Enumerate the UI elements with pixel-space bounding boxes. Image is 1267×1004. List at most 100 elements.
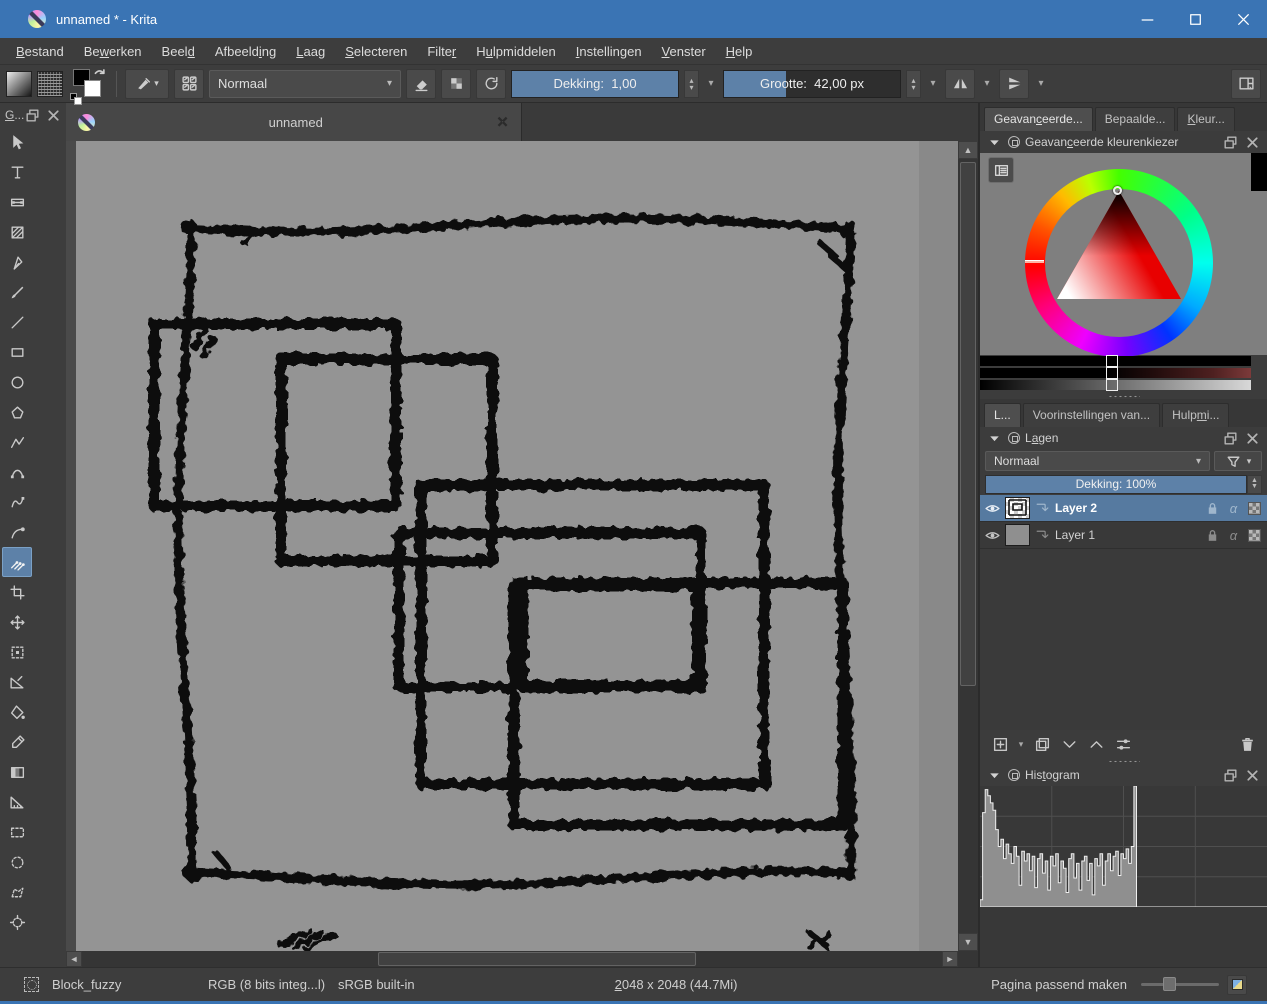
canvas-viewport[interactable] bbox=[66, 141, 958, 951]
fit-page-button[interactable] bbox=[1227, 975, 1247, 995]
float-docker-icon[interactable] bbox=[1222, 430, 1239, 447]
color-cursor[interactable] bbox=[1113, 186, 1122, 195]
scroll-left-button[interactable]: ◄ bbox=[66, 951, 82, 967]
menu-laag[interactable]: Laag bbox=[286, 44, 335, 59]
scroll-up-button[interactable]: ▲ bbox=[958, 141, 978, 159]
docker-lock-icon[interactable] bbox=[1008, 136, 1020, 148]
selector-settings-button[interactable] bbox=[988, 157, 1014, 183]
selection-status-icon[interactable] bbox=[24, 977, 39, 992]
tool-polyline[interactable] bbox=[2, 427, 32, 457]
layer-alpha-lock-icon[interactable]: α bbox=[1225, 501, 1242, 516]
tool-freehand-brush[interactable] bbox=[2, 277, 32, 307]
mirror-vertical-dropdown[interactable]: ▾ bbox=[1034, 70, 1048, 98]
tool-multibrush[interactable] bbox=[2, 547, 32, 577]
color-bar-value[interactable] bbox=[980, 380, 1251, 390]
tab-l[interactable]: L... bbox=[984, 403, 1021, 427]
eraser-mode-button[interactable] bbox=[406, 69, 436, 99]
scroll-right-button[interactable]: ► bbox=[942, 951, 958, 967]
document-close-icon[interactable]: ✛ bbox=[492, 111, 514, 133]
color-bar-hue[interactable] bbox=[980, 356, 1251, 366]
add-layer-dropdown[interactable]: ▾ bbox=[1015, 732, 1027, 756]
vertical-scroll-thumb[interactable] bbox=[960, 162, 976, 686]
collapse-icon[interactable] bbox=[986, 134, 1003, 151]
reset-colors-icon[interactable] bbox=[70, 93, 77, 100]
layer-name[interactable]: Layer 2 bbox=[1055, 501, 1200, 515]
vertical-scrollbar[interactable]: ▲ ▼ bbox=[958, 141, 978, 951]
layer-visibility-toggle[interactable] bbox=[984, 527, 1001, 544]
close-docker-icon[interactable] bbox=[1244, 767, 1261, 784]
menu-instellingen[interactable]: Instellingen bbox=[566, 44, 652, 59]
tool-move[interactable] bbox=[2, 607, 32, 637]
layer-blending-mode-select[interactable]: Normaal ▾ bbox=[985, 451, 1210, 471]
tool-text[interactable] bbox=[2, 157, 32, 187]
tool-rectangle[interactable] bbox=[2, 337, 32, 367]
layer-properties-button[interactable] bbox=[1111, 732, 1135, 756]
advanced-color-selector[interactable] bbox=[980, 153, 1267, 355]
tool-dynamic-brush[interactable] bbox=[2, 517, 32, 547]
preserve-alpha-button[interactable] bbox=[441, 69, 471, 99]
collapse-icon[interactable] bbox=[986, 767, 1003, 784]
tool-ellipse[interactable] bbox=[2, 367, 32, 397]
layer-name[interactable]: Layer 1 bbox=[1055, 528, 1200, 542]
menu-afbeelding[interactable]: Afbeelding bbox=[205, 44, 286, 59]
menu-hulpmiddelen[interactable]: Hulpmiddelen bbox=[466, 44, 566, 59]
tab-bepaalde[interactable]: Bepaalde... bbox=[1095, 107, 1176, 131]
menu-filter[interactable]: Filter bbox=[417, 44, 466, 59]
layer-lock-icon[interactable] bbox=[1204, 527, 1221, 544]
tab-geavanceerde[interactable]: Geavanceerde... bbox=[984, 107, 1093, 131]
tool-select-elliptical[interactable] bbox=[2, 847, 32, 877]
zoom-mode-label[interactable]: Pagina passend maken bbox=[991, 977, 1127, 992]
tool-measure[interactable] bbox=[2, 787, 32, 817]
menu-beeld[interactable]: Beeld bbox=[152, 44, 205, 59]
tool-select-rectangular[interactable] bbox=[2, 817, 32, 847]
gradient-swatch[interactable] bbox=[6, 71, 32, 97]
foreground-background-colors[interactable] bbox=[70, 68, 106, 100]
opacity-slider[interactable]: Dekking: 1,00 bbox=[511, 70, 679, 98]
opacity-dropdown[interactable]: ▾ bbox=[704, 70, 718, 98]
brush-presets-button[interactable] bbox=[174, 69, 204, 99]
menu-venster[interactable]: Venster bbox=[652, 44, 716, 59]
bar-handle[interactable] bbox=[1106, 367, 1118, 379]
tool-calligraphy[interactable] bbox=[2, 247, 32, 277]
layer-row-layer-2[interactable]: Layer 2 α bbox=[980, 495, 1267, 522]
blending-mode-select[interactable]: Normaal ▾ bbox=[209, 70, 401, 98]
float-docker-icon[interactable] bbox=[1222, 134, 1239, 151]
tab-voorinstellingenvan[interactable]: Voorinstellingen van... bbox=[1023, 403, 1160, 427]
tool-bezier-curve[interactable] bbox=[2, 457, 32, 487]
menu-help[interactable]: Help bbox=[716, 44, 763, 59]
layer-lock-icon[interactable] bbox=[1204, 500, 1221, 517]
tool-polygon[interactable] bbox=[2, 397, 32, 427]
bar-handle[interactable] bbox=[1106, 355, 1118, 367]
minimize-button[interactable] bbox=[1123, 0, 1171, 38]
background-color[interactable] bbox=[84, 80, 101, 97]
layer-inherit-alpha-icon[interactable] bbox=[1246, 529, 1263, 542]
color-profile-label[interactable]: sRGB built-in bbox=[338, 977, 415, 992]
tool-freehand-path[interactable] bbox=[2, 487, 32, 517]
move-layer-down-button[interactable] bbox=[1057, 732, 1081, 756]
bar-handle[interactable] bbox=[1106, 379, 1118, 391]
layer-thumbnail[interactable] bbox=[1005, 497, 1030, 519]
tool-pattern-edit[interactable] bbox=[2, 217, 32, 247]
color-bar-saturation[interactable] bbox=[980, 368, 1251, 378]
size-dropdown[interactable]: ▾ bbox=[926, 70, 940, 98]
tool-edit-shapes[interactable] bbox=[2, 187, 32, 217]
layer-row-layer-1[interactable]: Layer 1 α bbox=[980, 522, 1267, 549]
size-spinner[interactable]: ▴▾ bbox=[906, 70, 921, 98]
document-tab[interactable]: unnamed ✛ bbox=[66, 103, 522, 141]
reload-preset-button[interactable] bbox=[476, 69, 506, 99]
tool-fill[interactable] bbox=[2, 697, 32, 727]
workspace-chooser-button[interactable] bbox=[1231, 69, 1261, 99]
layer-filter-button[interactable]: ▾ bbox=[1214, 451, 1262, 471]
tool-line[interactable] bbox=[2, 307, 32, 337]
color-mode-label[interactable]: RGB (8 bits integ...l) bbox=[208, 977, 325, 992]
zoom-slider[interactable] bbox=[1141, 983, 1219, 986]
mirror-horizontal-dropdown[interactable]: ▾ bbox=[980, 70, 994, 98]
menu-bewerken[interactable]: Bewerken bbox=[74, 44, 152, 59]
scroll-down-button[interactable]: ▼ bbox=[958, 933, 978, 951]
horizontal-scroll-thumb[interactable] bbox=[378, 952, 696, 966]
pattern-swatch[interactable] bbox=[37, 71, 63, 97]
tool-transform-shapes[interactable] bbox=[2, 127, 32, 157]
layer-visibility-toggle[interactable] bbox=[984, 500, 1001, 517]
close-docker-icon[interactable] bbox=[1244, 134, 1261, 151]
layer-alpha-lock-icon[interactable]: α bbox=[1225, 528, 1242, 543]
